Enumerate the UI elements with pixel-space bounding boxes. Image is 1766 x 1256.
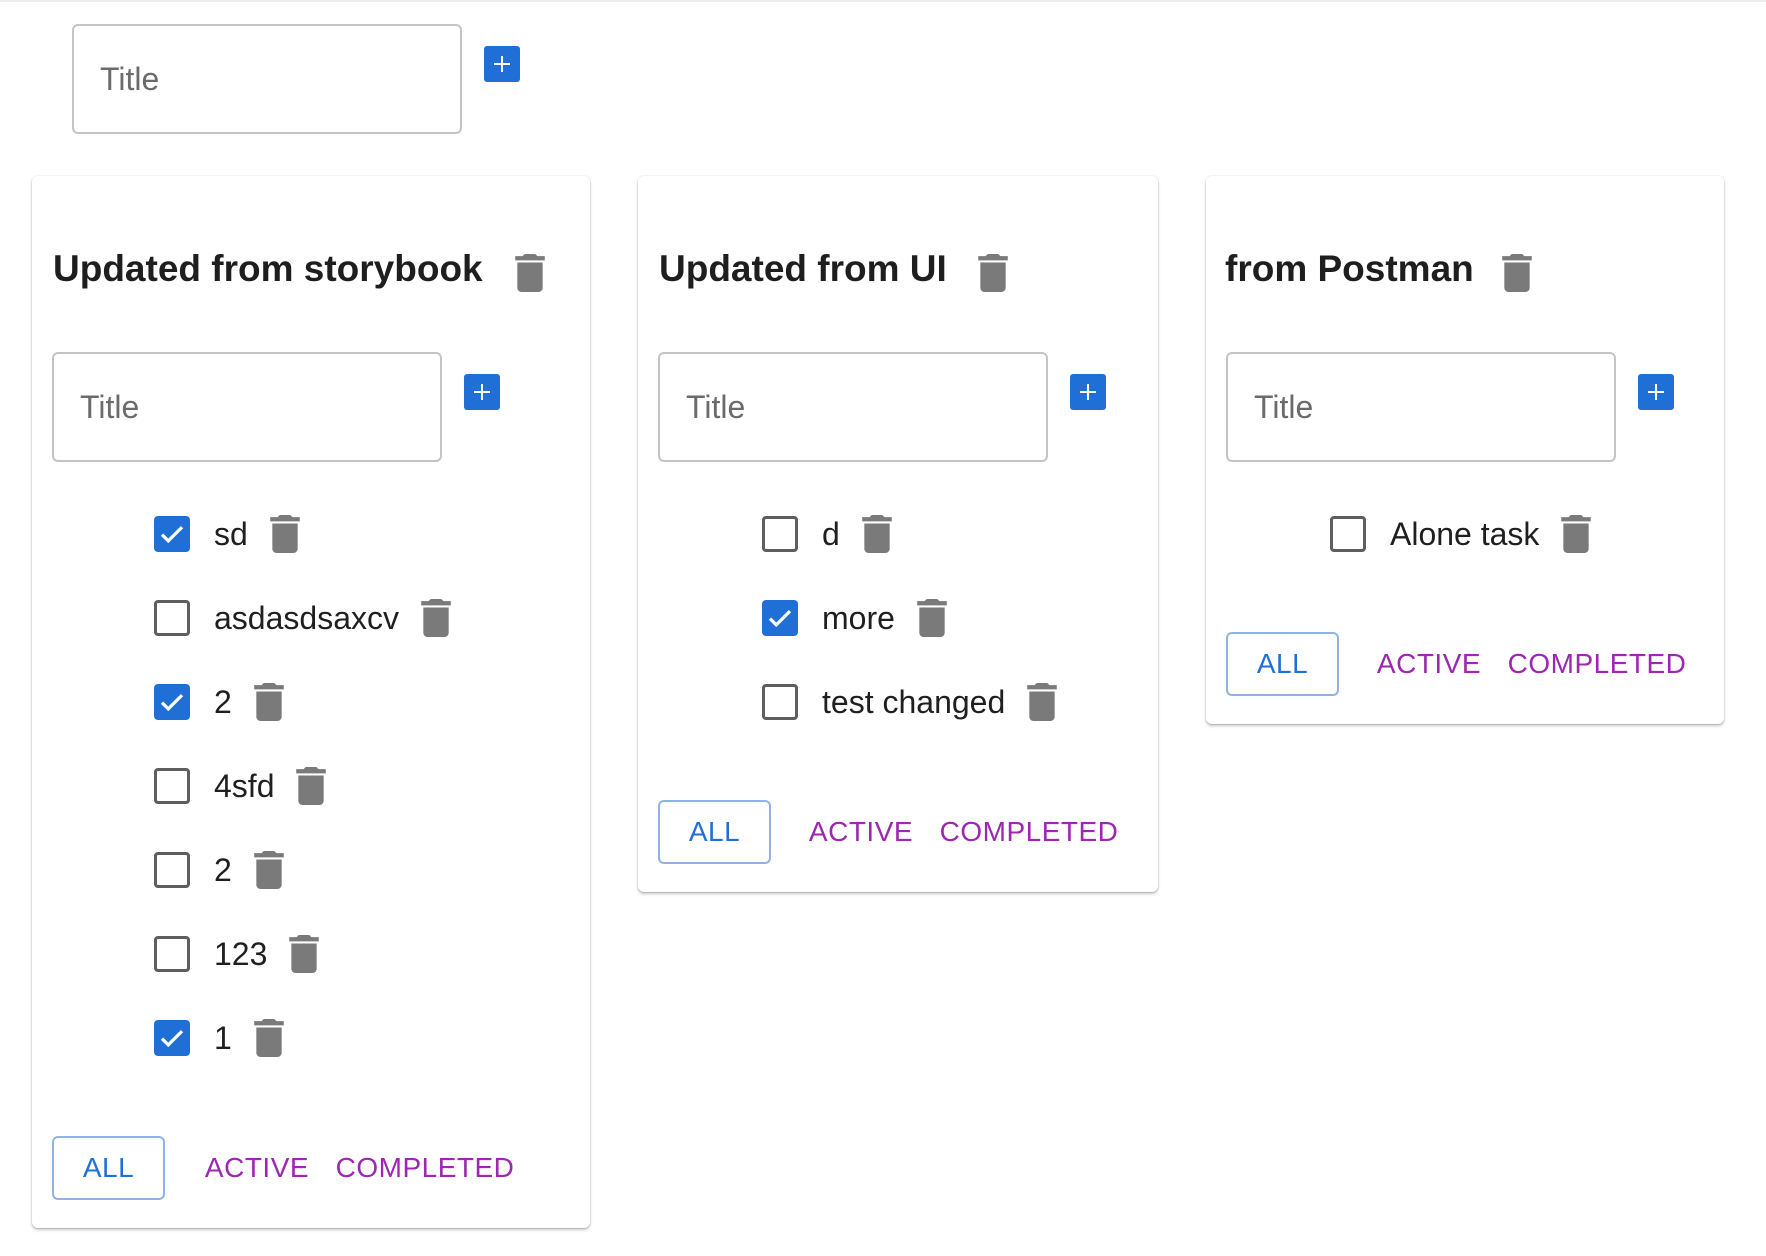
- plus-icon: [1648, 384, 1664, 400]
- filter-active-button[interactable]: ACTIVE: [192, 1136, 322, 1200]
- list-title: Updated from storybook: [53, 248, 483, 289]
- filter-completed-button[interactable]: COMPLETED: [1502, 632, 1692, 696]
- delete-task-trash-icon[interactable]: [254, 851, 284, 889]
- task-label: 4sfd: [214, 767, 275, 804]
- task-label: more: [822, 599, 895, 636]
- task-item: Alone task: [1330, 504, 1592, 564]
- task-checkbox[interactable]: [154, 852, 190, 888]
- filter-active-button[interactable]: ACTIVE: [1364, 632, 1494, 696]
- task-checkbox[interactable]: [154, 768, 190, 804]
- todolist-card: Updated from UI d more test changed ALL AC…: [638, 176, 1158, 892]
- plus-icon: [474, 384, 490, 400]
- task-label: 123: [214, 935, 268, 972]
- add-task-button[interactable]: [1070, 374, 1106, 410]
- task-label: 1: [214, 1019, 232, 1056]
- filter-all-button[interactable]: ALL: [658, 800, 771, 864]
- plus-icon: [494, 56, 510, 72]
- todolist-card: from Postman Alone task ALL ACTIVE COMPL…: [1206, 176, 1724, 724]
- task-checkbox[interactable]: [154, 936, 190, 972]
- delete-list-trash-icon[interactable]: [1502, 254, 1532, 292]
- filter-completed-button[interactable]: COMPLETED: [330, 1136, 520, 1200]
- list-title: from Postman: [1225, 248, 1474, 289]
- delete-list-trash-icon[interactable]: [978, 254, 1008, 292]
- task-label: asdasdsaxcv: [214, 599, 399, 636]
- task-label: Alone task: [1390, 515, 1540, 552]
- task-checkbox-checked[interactable]: [154, 684, 190, 720]
- task-item: 123: [154, 924, 320, 984]
- delete-task-trash-icon[interactable]: [421, 599, 451, 637]
- add-task-button[interactable]: [464, 374, 500, 410]
- task-checkbox[interactable]: [762, 684, 798, 720]
- filter-active-button[interactable]: ACTIVE: [796, 800, 926, 864]
- delete-task-trash-icon[interactable]: [296, 767, 327, 805]
- task-checkbox-checked[interactable]: [762, 600, 798, 636]
- top-divider: [0, 0, 1766, 2]
- task-item: 2: [154, 840, 284, 900]
- list-title: Updated from UI: [659, 248, 947, 289]
- delete-task-trash-icon[interactable]: [862, 515, 892, 553]
- delete-task-trash-icon[interactable]: [254, 1019, 284, 1057]
- task-checkbox[interactable]: [762, 516, 798, 552]
- task-checkbox-checked[interactable]: [154, 1020, 190, 1056]
- task-item: asdasdsaxcv: [154, 588, 451, 648]
- task-checkbox[interactable]: [154, 600, 190, 636]
- task-item: 4sfd: [154, 756, 327, 816]
- delete-task-trash-icon[interactable]: [254, 683, 284, 721]
- delete-task-trash-icon[interactable]: [917, 599, 947, 637]
- filter-all-button[interactable]: ALL: [52, 1136, 165, 1200]
- task-item: d: [762, 504, 892, 564]
- task-label: 2: [214, 683, 232, 720]
- add-task-button[interactable]: [1638, 374, 1674, 410]
- add-task-title-input[interactable]: [52, 352, 442, 462]
- task-label: test changed: [822, 683, 1006, 720]
- delete-task-trash-icon[interactable]: [1027, 683, 1058, 721]
- task-item: more: [762, 588, 947, 648]
- task-checkbox-checked[interactable]: [154, 516, 190, 552]
- task-item: 2: [154, 672, 284, 732]
- task-item: sd: [154, 504, 300, 564]
- filter-all-button[interactable]: ALL: [1226, 632, 1339, 696]
- task-item: test changed: [762, 672, 1058, 732]
- task-item: 1: [154, 1008, 284, 1068]
- add-task-title-input[interactable]: [1226, 352, 1616, 462]
- task-label: sd: [214, 515, 248, 552]
- plus-icon: [1080, 384, 1096, 400]
- todolist-card: Updated from storybook sd asdasdsaxcv 2 4sf…: [32, 176, 590, 1228]
- delete-list-trash-icon[interactable]: [515, 254, 545, 292]
- delete-task-trash-icon[interactable]: [1561, 515, 1592, 553]
- add-list-button[interactable]: [484, 46, 520, 82]
- add-task-title-input[interactable]: [658, 352, 1048, 462]
- task-label: 2: [214, 851, 232, 888]
- new-list-title-input[interactable]: [72, 24, 462, 134]
- task-checkbox[interactable]: [1330, 516, 1366, 552]
- delete-task-trash-icon[interactable]: [270, 515, 300, 553]
- filter-completed-button[interactable]: COMPLETED: [934, 800, 1124, 864]
- task-label: d: [822, 515, 840, 552]
- delete-task-trash-icon[interactable]: [289, 935, 320, 973]
